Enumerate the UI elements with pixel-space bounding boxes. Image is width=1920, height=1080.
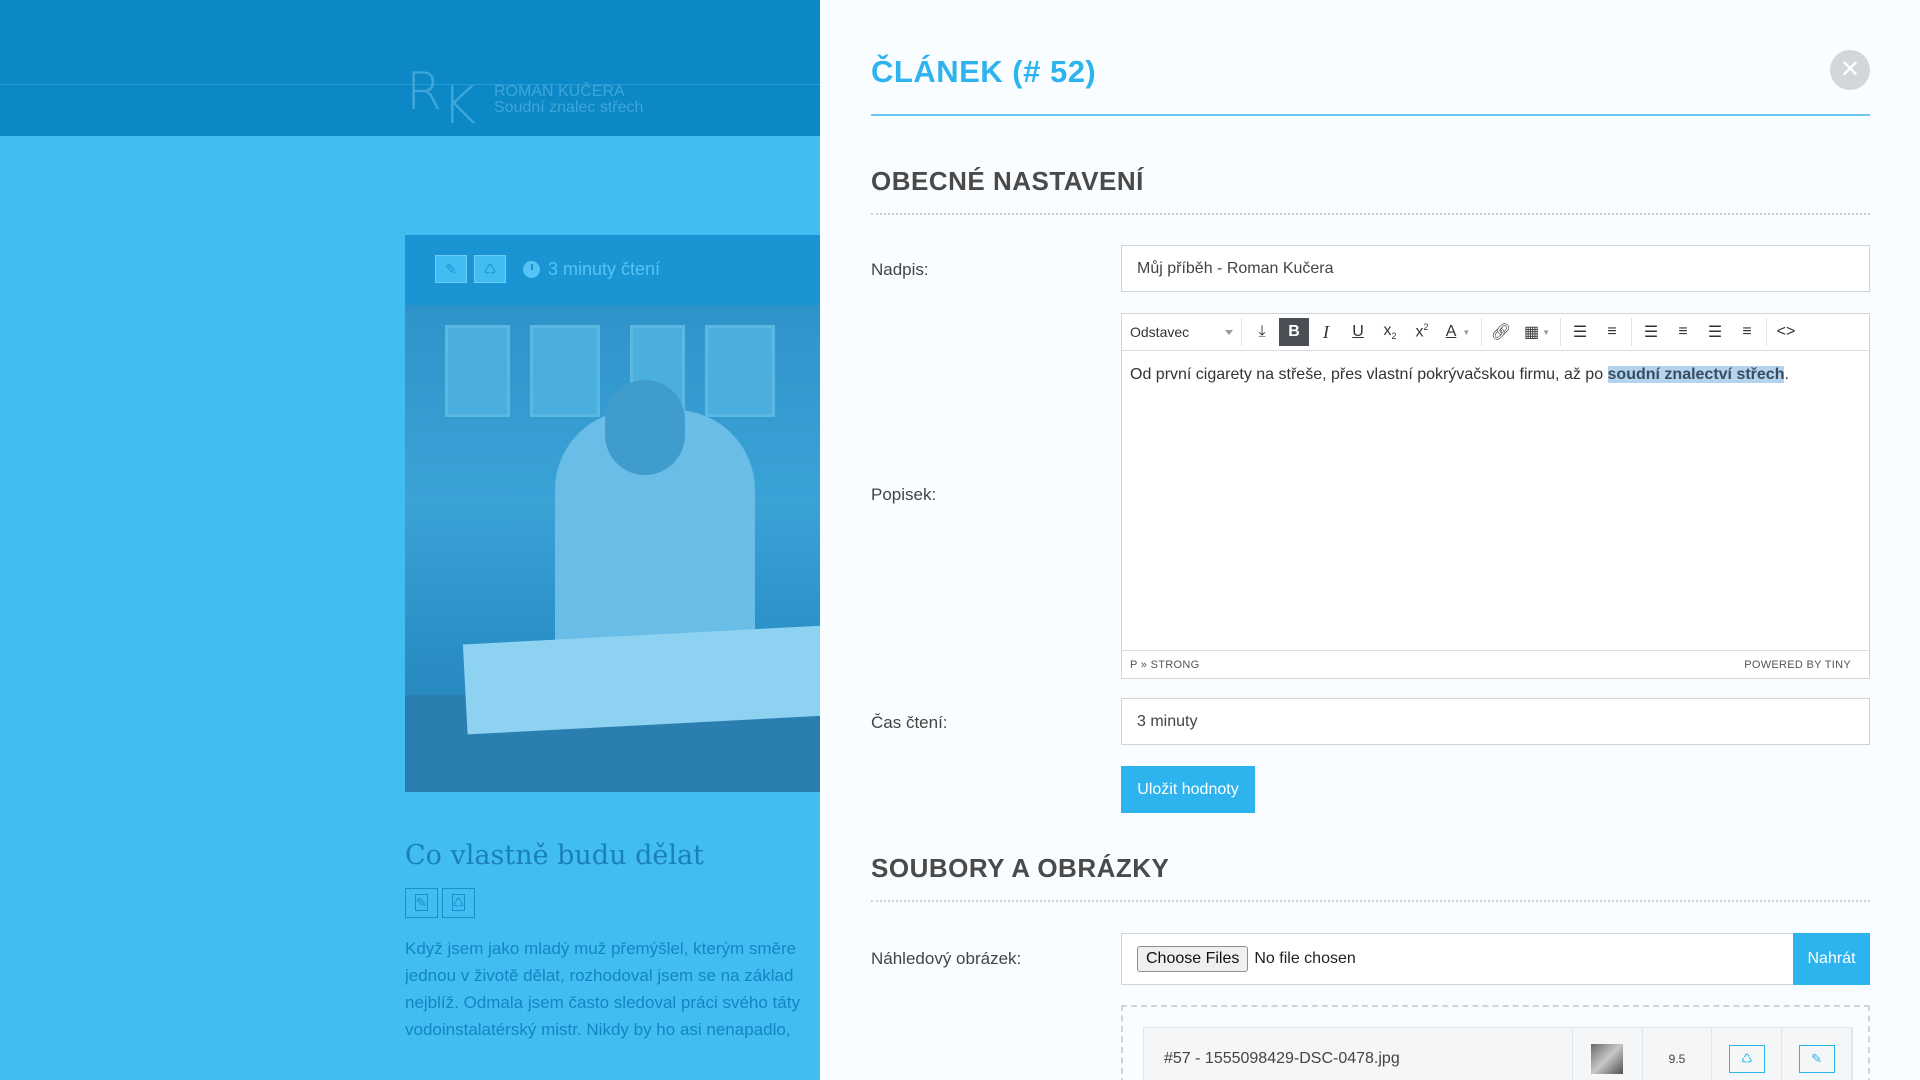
editor-text: Od první cigarety na střeše, přes vlastn… xyxy=(1130,366,1608,383)
edit-article-button[interactable]: ✎ xyxy=(405,888,438,918)
powered-by-link[interactable]: POWERED BY TINY xyxy=(1744,659,1851,671)
bullet-list-icon: ☰ xyxy=(1572,324,1588,341)
file-size: 9.5 xyxy=(1643,1028,1713,1080)
editor-selected-text: soudní znalectví střech xyxy=(1607,366,1785,383)
table-icon: ▦ xyxy=(1523,324,1540,341)
file-name: #57 - 1555098429-DSC-0478.jpg xyxy=(1144,1028,1573,1080)
align-right-icon: ≡ xyxy=(1742,323,1752,340)
element-path[interactable]: P » STRONG xyxy=(1130,659,1199,671)
superscript-button[interactable]: x2 xyxy=(1407,318,1437,346)
underline-button[interactable]: U xyxy=(1343,318,1373,346)
edit-card-button[interactable]: ✎ xyxy=(435,255,467,283)
link-button[interactable]: 🔗︎ xyxy=(1486,318,1516,346)
upload-button[interactable]: Nahrát xyxy=(1793,933,1870,985)
files-list: #57 - 1555098429-DSC-0478.jpg 9.5 ♺ ✎ xyxy=(1121,1005,1870,1080)
upload-icon: ⤓ xyxy=(1258,323,1266,340)
title-divider xyxy=(871,114,1870,116)
recycle-icon: ♺ xyxy=(1728,1045,1765,1073)
title-input[interactable]: Můj příběh - Roman Kučera xyxy=(1121,245,1870,292)
close-button[interactable]: ✕ xyxy=(1830,50,1870,90)
delete-article-button[interactable]: ♺ xyxy=(442,888,475,918)
bold-icon: B xyxy=(1288,323,1300,340)
bold-button[interactable]: B xyxy=(1279,318,1309,346)
source-code-button[interactable]: <> xyxy=(1771,318,1801,346)
bullet-list-button[interactable]: ☰ xyxy=(1565,318,1595,346)
recycle-icon: ♺ xyxy=(483,261,497,277)
format-select[interactable]: Odstavec xyxy=(1130,318,1242,346)
article-edit-panel: ČLÁNEK (# 52) ✕ OBECNÉ NASTAVENÍ Nadpis:… xyxy=(820,0,1920,1080)
logo-mark: R K xyxy=(406,62,477,136)
table-button[interactable]: ▦ ▼ xyxy=(1518,318,1556,346)
import-button[interactable]: ⤓ xyxy=(1247,318,1277,346)
reading-time-label: Čas čtení: xyxy=(871,713,948,732)
file-row: #57 - 1555098429-DSC-0478.jpg 9.5 ♺ ✎ xyxy=(1143,1027,1853,1080)
italic-button[interactable]: I xyxy=(1311,318,1341,346)
pencil-icon: ✎ xyxy=(445,261,457,277)
align-center-icon: ≡ xyxy=(1678,323,1688,340)
code-icon: <> xyxy=(1776,323,1796,340)
logo-name: ROMAN KUČERA xyxy=(494,83,625,100)
delete-card-button[interactable]: ♺ xyxy=(474,255,506,283)
section-divider xyxy=(871,900,1870,902)
files-heading: SOUBORY A OBRÁZKY xyxy=(871,853,1170,883)
pencil-icon: ✎ xyxy=(1798,1045,1835,1073)
article-heading: Co vlastně budu dělat xyxy=(405,840,704,871)
article-paragraph: Když jsem jako mladý muž přemýšlel, kter… xyxy=(405,935,825,1043)
paragraph-line: Když jsem jako mladý muž přemýšlel, kter… xyxy=(405,939,797,958)
article-photo xyxy=(405,305,825,792)
rich-text-editor: Odstavec ⤓ B I U x2 x2 A ▼ 🔗︎ ▦ ▼ ☰ ≡ ☰ ≡ … xyxy=(1121,313,1870,679)
logo-tagline: Soudní znalec střech xyxy=(494,99,644,116)
reading-time-input[interactable]: 3 minuty xyxy=(1121,698,1870,745)
editor-text-end: . xyxy=(1784,366,1789,383)
editor-statusbar: P » STRONG POWERED BY TINY xyxy=(1122,650,1869,678)
chevron-down-icon xyxy=(1225,329,1233,335)
pencil-icon: ✎ xyxy=(415,894,428,911)
recycle-icon: ♺ xyxy=(451,894,466,911)
no-file-text: No file chosen xyxy=(1254,950,1356,967)
align-justify-icon: ☰ xyxy=(1643,324,1659,341)
align-left-icon: ☰ xyxy=(1707,324,1723,341)
paragraph-line: nejblíž. Odmala jsem často sledoval prác… xyxy=(405,993,800,1012)
subscript-icon: x2 xyxy=(1383,322,1397,342)
logo-text: ROMAN KUČERA Soudní znalec střech xyxy=(494,84,643,116)
italic-icon: I xyxy=(1323,321,1329,342)
file-thumbnail[interactable] xyxy=(1573,1028,1643,1080)
align-center-button[interactable]: ≡ xyxy=(1668,318,1698,346)
delete-file-button[interactable]: ♺ xyxy=(1712,1028,1783,1080)
close-icon: ✕ xyxy=(1839,56,1861,83)
editor-toolbar: Odstavec ⤓ B I U x2 x2 A ▼ 🔗︎ ▦ ▼ ☰ ≡ ☰ ≡ … xyxy=(1122,314,1869,351)
subscript-button[interactable]: x2 xyxy=(1375,318,1405,346)
justify-button[interactable]: ☰ xyxy=(1636,318,1666,346)
panel-title: ČLÁNEK (# 52) xyxy=(871,54,1097,89)
save-values-button[interactable]: Uložit hodnoty xyxy=(1121,766,1255,813)
edit-file-button[interactable]: ✎ xyxy=(1782,1028,1852,1080)
format-select-value: Odstavec xyxy=(1130,324,1190,340)
title-label: Nadpis: xyxy=(871,260,929,279)
article-card-header: ✎ ♺ 3 minuty čtení xyxy=(405,235,825,305)
align-left-button[interactable]: ☰ xyxy=(1700,318,1730,346)
superscript-icon: x2 xyxy=(1415,322,1429,341)
preview-image-label: Náhledový obrázek: xyxy=(871,949,1022,968)
numbered-list-button[interactable]: ≡ xyxy=(1597,318,1627,346)
choose-files-button[interactable]: Choose Files xyxy=(1137,946,1249,972)
site-logo[interactable]: R K ROMAN KUČERA Soudní znalec střech xyxy=(406,62,643,136)
clock-icon xyxy=(523,261,540,278)
underline-icon: U xyxy=(1352,323,1364,340)
align-right-button[interactable]: ≡ xyxy=(1732,318,1762,346)
link-icon: 🔗︎ xyxy=(1490,324,1512,341)
reading-time-text: 3 minuty čtení xyxy=(548,259,661,279)
editor-content[interactable]: Od první cigarety na střeše, přes vlastn… xyxy=(1122,351,1869,651)
paragraph-line: jednou v životě dělat, rozhodoval jsem s… xyxy=(405,966,794,985)
description-label: Popisek: xyxy=(871,485,937,504)
reading-time-badge: 3 minuty čtení xyxy=(523,259,660,280)
article-actions: ✎ ♺ xyxy=(405,888,475,918)
numbered-list-icon: ≡ xyxy=(1607,323,1617,340)
paragraph-line: vodoinstalatérský mistr. Nikdy by ho asi… xyxy=(405,1020,791,1039)
text-color-button[interactable]: A ▼ xyxy=(1439,318,1477,346)
section-divider xyxy=(871,213,1870,215)
text-color-icon: A xyxy=(1445,323,1457,340)
general-settings-heading: OBECNÉ NASTAVENÍ xyxy=(871,166,1144,196)
preview-file-input: Choose Files No file chosen Nahrát xyxy=(1121,933,1870,985)
